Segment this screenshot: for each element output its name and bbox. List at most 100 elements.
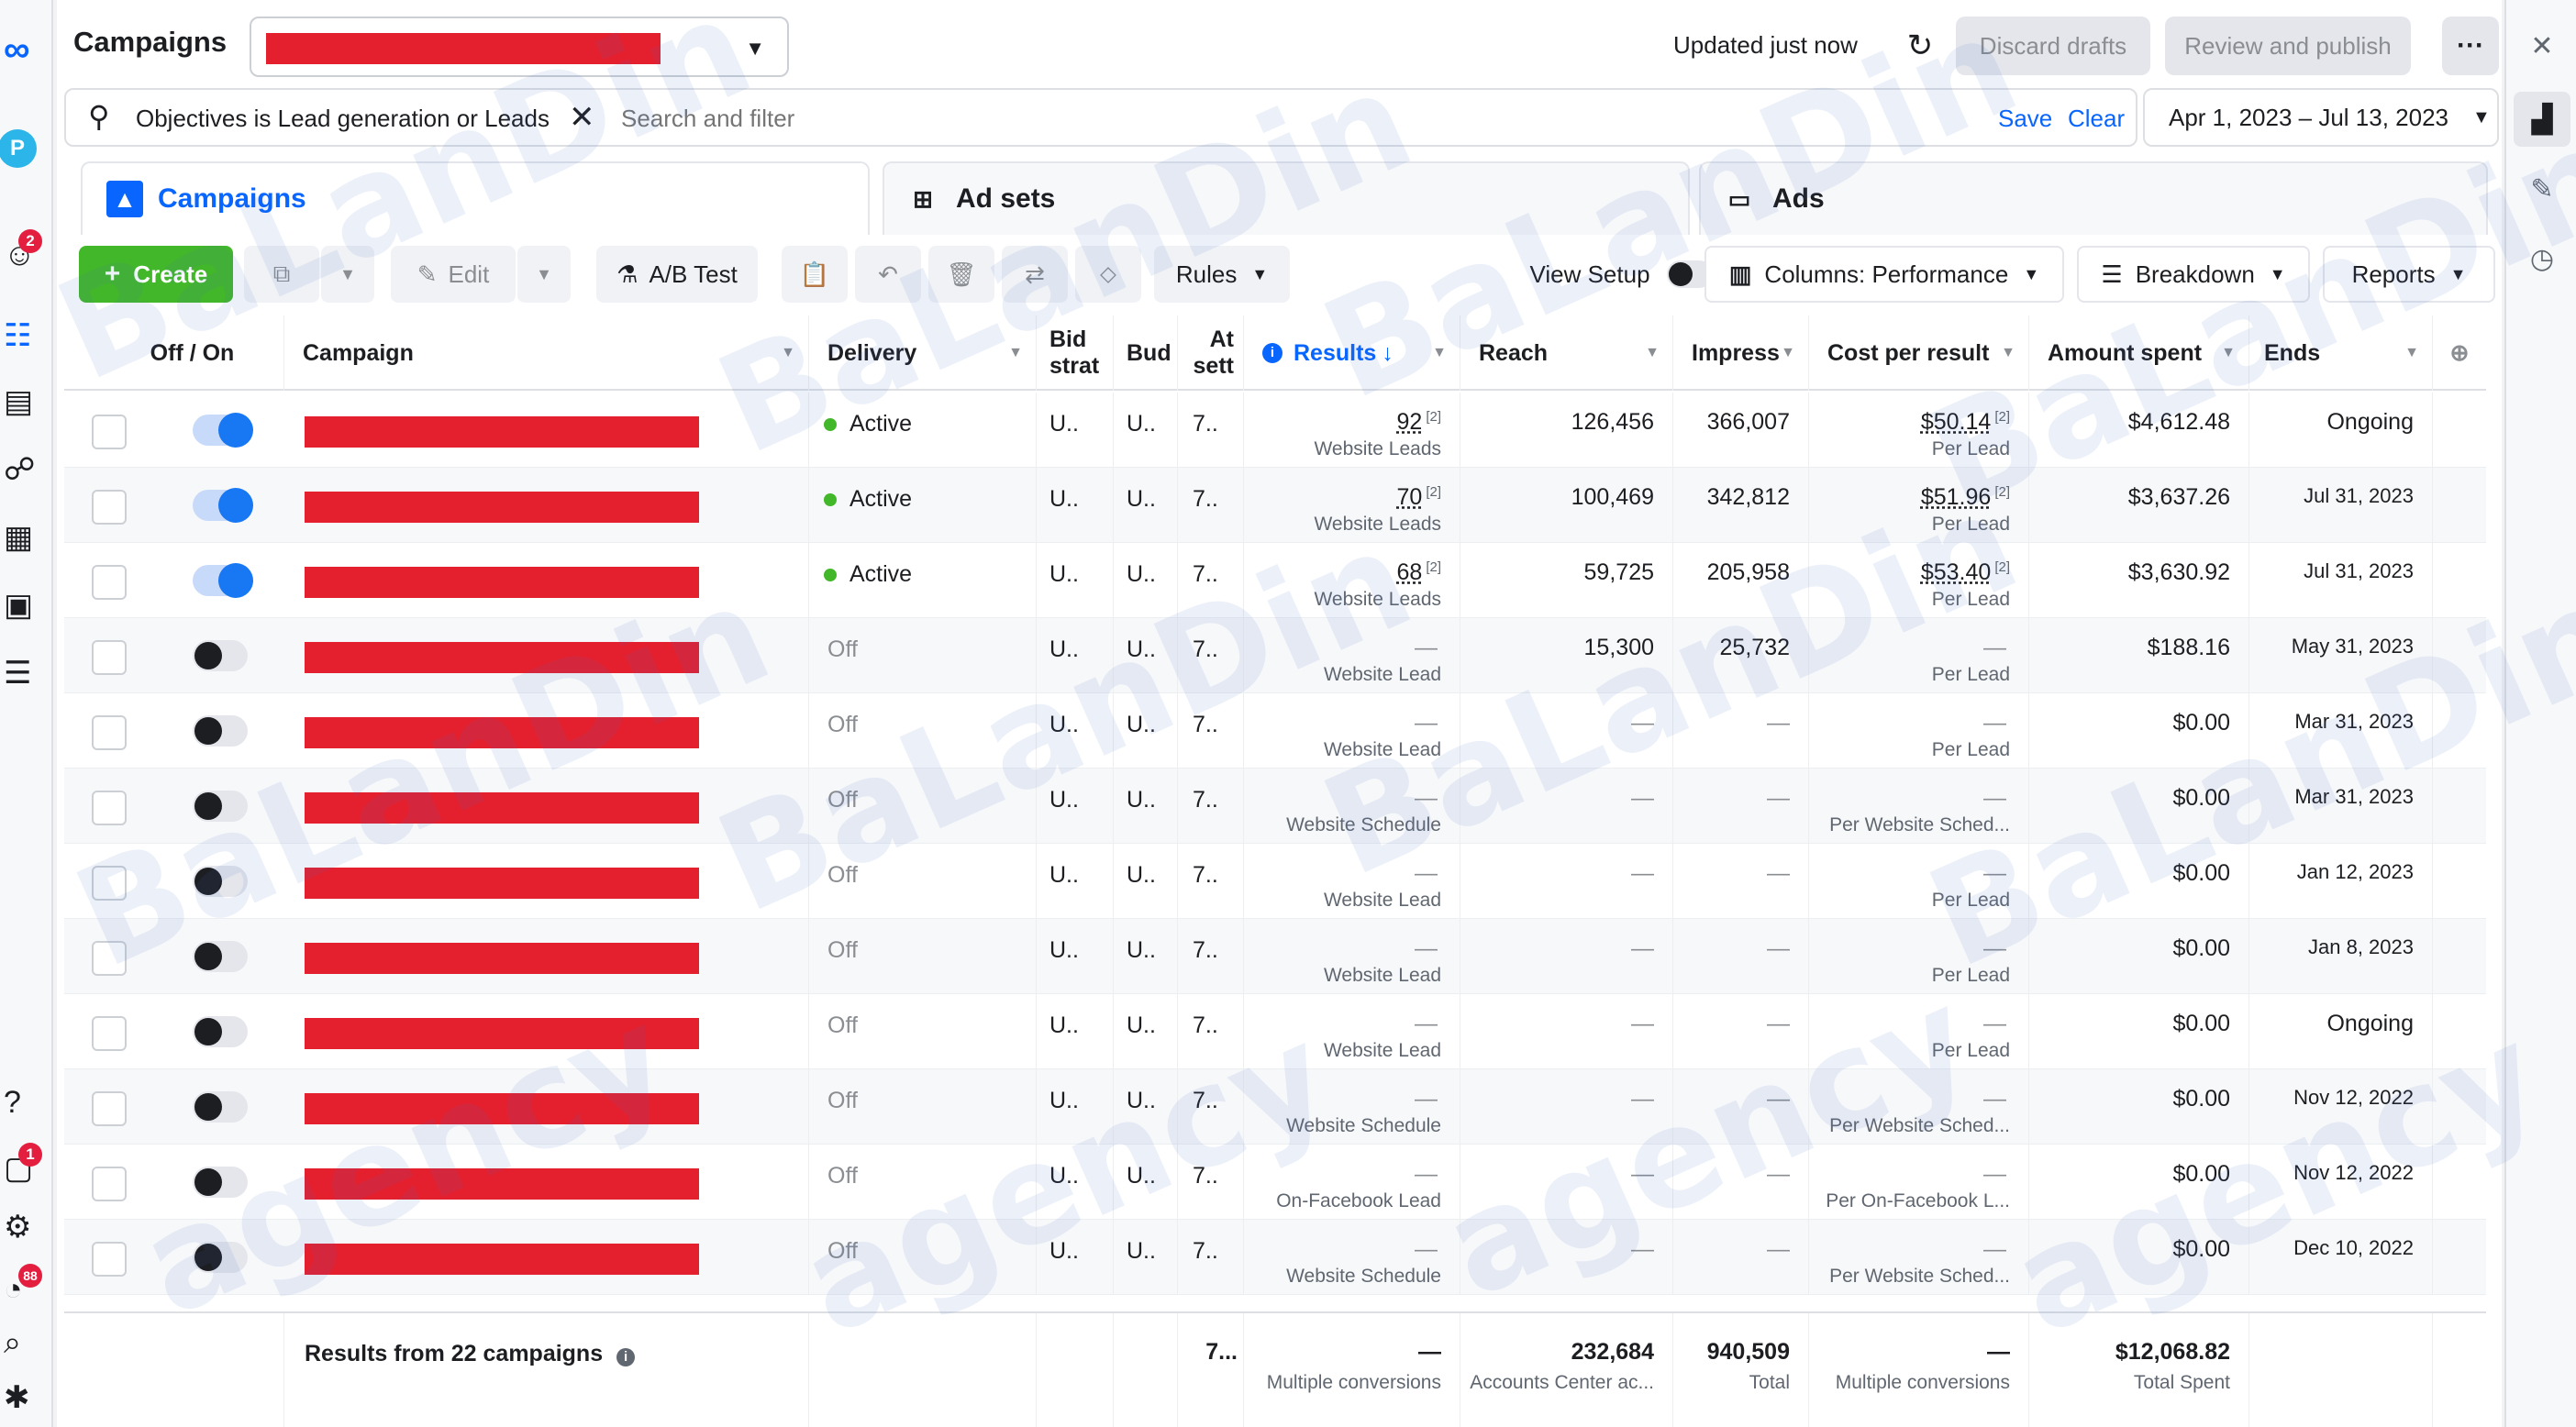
clear-filter-link[interactable]: Clear (2068, 105, 2125, 133)
table-row[interactable]: Off U.. U.. 7.. — Website Schedule — — — Per Webs… (64, 1220, 2486, 1295)
redacted-campaign-name[interactable] (305, 1168, 699, 1200)
close-icon[interactable]: ✕ (569, 99, 595, 136)
row-checkbox[interactable] (92, 941, 127, 976)
row-checkbox[interactable] (92, 715, 127, 750)
history-clock-icon[interactable]: ◷ (2514, 231, 2570, 286)
column-header-delivery[interactable]: Delivery ▼ (809, 315, 1037, 391)
campaign-on-off-toggle[interactable] (193, 563, 253, 598)
redacted-campaign-name[interactable] (305, 943, 699, 974)
column-header-cost-per-result[interactable]: Cost per result ▼ (1809, 315, 2029, 391)
tab-campaigns[interactable]: ▲ Campaigns (81, 161, 870, 235)
columns-button[interactable]: ▥ Columns: Performance ▼ (1704, 246, 2064, 303)
table-row[interactable]: Off U.. U.. 7.. — Website Schedule — — — Per Webs… (64, 769, 2486, 844)
row-checkbox[interactable] (92, 640, 127, 675)
save-filter-link[interactable]: Save (1998, 105, 2052, 133)
column-header-results[interactable]: i Results ↓ ▼ (1244, 315, 1460, 391)
info-icon[interactable]: i (616, 1347, 636, 1366)
campaigns-table-icon[interactable]: ☷ (0, 317, 51, 354)
help-icon[interactable]: ? (0, 1084, 51, 1121)
column-header-reach[interactable]: Reach ▼ (1460, 315, 1673, 391)
column-header-ends[interactable]: Ends ▼ (2249, 315, 2433, 391)
audiences-icon[interactable]: ☍ (0, 451, 51, 488)
redacted-campaign-name[interactable] (305, 1093, 699, 1124)
table-row[interactable]: Active U.. U.. 7.. 70 [2] Website Leads 100,469… (64, 468, 2486, 543)
campaign-on-off-toggle[interactable] (193, 413, 253, 448)
table-row[interactable]: Active U.. U.. 7.. 92 [2] Website Leads 126,456… (64, 393, 2486, 468)
review-and-publish-button[interactable]: Review and publish (2165, 17, 2411, 75)
search-input[interactable] (621, 105, 1080, 133)
edit-dropdown-button[interactable]: ▼ (517, 246, 571, 303)
row-checkbox[interactable] (92, 791, 127, 825)
events-manager-icon[interactable]: ▣ (0, 587, 51, 624)
table-row[interactable]: Off U.. U.. 7.. — Website Lead 15,300 25,732 — Pe… (64, 618, 2486, 693)
column-header-amount-spent[interactable]: Amount spent ▼ (2029, 315, 2249, 391)
tag-button[interactable]: ⬦ (1075, 246, 1141, 303)
redacted-campaign-name[interactable] (305, 492, 699, 523)
table-row[interactable]: Active U.. U.. 7.. 68 [2] Website Leads 59,725 2… (64, 543, 2486, 618)
undo-button[interactable]: ↶ (855, 246, 921, 303)
duplicate-button[interactable]: ⧉ (244, 246, 319, 303)
duplicate-dropdown-button[interactable]: ▼ (321, 246, 374, 303)
column-header-impressions[interactable]: Impress ▼ (1673, 315, 1809, 391)
breakdown-button[interactable]: ☰ Breakdown ▼ (2077, 246, 2310, 303)
redacted-campaign-name[interactable] (305, 642, 699, 673)
date-range-picker[interactable]: Apr 1, 2023 – Jul 13, 2023 ▼ (2143, 88, 2499, 147)
column-header-budget[interactable]: Bud (1114, 315, 1178, 391)
column-header-bid-strategy[interactable]: Bid strat (1037, 315, 1114, 391)
business-notifications-icon[interactable]: ▢ 1 (0, 1143, 51, 1187)
objective-filter-chip[interactable]: Objectives is Lead generation or Leads (136, 105, 550, 133)
alerts-icon[interactable]: ◔ 88 (0, 1264, 51, 1308)
billing-icon[interactable]: ▦ (0, 519, 51, 556)
rules-button[interactable]: Rules ▼ (1154, 246, 1290, 303)
row-checkbox[interactable] (92, 1242, 127, 1277)
table-row[interactable]: Off U.. U.. 7.. — Website Lead — — — Per Lead $0.0… (64, 844, 2486, 919)
ad-account-selector[interactable]: ▼ (250, 17, 789, 77)
table-row[interactable]: Off U.. U.. 7.. — Website Lead — — — Per Lead $0.0… (64, 994, 2486, 1069)
column-header-campaign[interactable]: Campaign ▼ (284, 315, 809, 391)
redacted-campaign-name[interactable] (305, 717, 699, 748)
campaign-on-off-toggle[interactable] (193, 866, 248, 897)
create-button[interactable]: + Create (79, 246, 233, 303)
campaign-on-off-toggle[interactable] (193, 715, 248, 747)
bar-chart-icon[interactable]: ▟ (2514, 92, 2570, 147)
campaign-on-off-toggle[interactable] (193, 791, 248, 822)
pencil-icon[interactable]: ✎ (2514, 161, 2570, 216)
row-checkbox[interactable] (92, 1016, 127, 1051)
settings-gear-icon[interactable]: ⚙ (0, 1209, 51, 1245)
refresh-button[interactable]: ↻ (1894, 22, 1946, 70)
reports-button[interactable]: Reports ▼ (2323, 246, 2495, 303)
add-column-button[interactable]: ⊕ (2433, 315, 2486, 391)
campaign-on-off-toggle[interactable] (193, 1091, 248, 1123)
campaign-on-off-toggle[interactable] (193, 1016, 248, 1047)
table-row[interactable]: Off U.. U.. 7.. — Website Lead — — — Per Lead $0.0… (64, 919, 2486, 994)
all-tools-menu-icon[interactable]: ☰ (0, 655, 51, 691)
tab-ad-sets[interactable]: ⊞ Ad sets (883, 161, 1690, 235)
campaign-on-off-toggle[interactable] (193, 1167, 248, 1198)
redacted-campaign-name[interactable] (305, 868, 699, 899)
meta-logo-icon[interactable]: ∞ (0, 29, 51, 70)
row-checkbox[interactable] (92, 1167, 127, 1201)
campaign-on-off-toggle[interactable] (193, 640, 248, 671)
redacted-campaign-name[interactable] (305, 416, 699, 448)
search-icon[interactable]: ⌕ (0, 1324, 51, 1361)
table-row[interactable]: Off U.. U.. 7.. — Website Schedule — — — Per Webs… (64, 1069, 2486, 1145)
column-header-off-on[interactable]: Off / On (64, 315, 284, 391)
redacted-campaign-name[interactable] (305, 792, 699, 824)
redacted-campaign-name[interactable] (305, 1244, 699, 1275)
bug-report-icon[interactable]: ✱ (0, 1379, 51, 1416)
more-options-button[interactable]: ··· (2442, 17, 2499, 75)
delete-button[interactable]: 🗑 (928, 246, 994, 303)
row-checkbox[interactable] (92, 490, 127, 525)
redacted-campaign-name[interactable] (305, 567, 699, 598)
row-checkbox[interactable] (92, 415, 127, 449)
table-row[interactable]: Off U.. U.. 7.. — On-Facebook Lead — — — Per On-F… (64, 1145, 2486, 1220)
campaign-on-off-toggle[interactable] (193, 1242, 248, 1273)
edit-button[interactable]: ✎ Edit (391, 246, 516, 303)
redacted-campaign-name[interactable] (305, 1018, 699, 1049)
table-row[interactable]: Off U.. U.. 7.. — Website Lead — — — Per Lead $0.0… (64, 693, 2486, 769)
clipboard-button[interactable]: 📋 (782, 246, 848, 303)
notifications-icon[interactable]: ☺ 2 (0, 229, 51, 273)
row-checkbox[interactable] (92, 565, 127, 600)
campaign-on-off-toggle[interactable] (193, 941, 248, 972)
campaign-on-off-toggle[interactable] (193, 488, 253, 523)
